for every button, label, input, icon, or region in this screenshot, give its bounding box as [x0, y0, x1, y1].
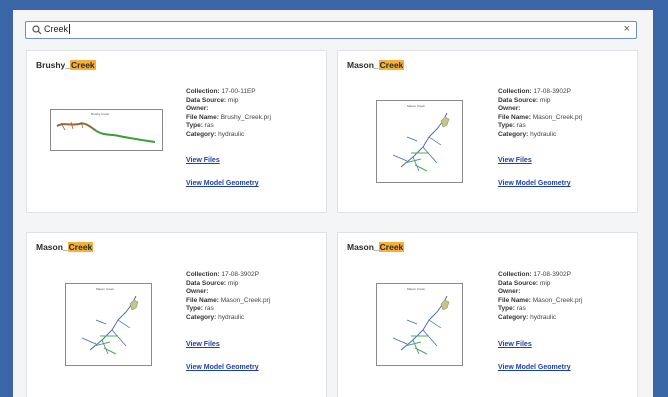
result-card: Brushy_Creek Brushy Creek Collection: 17…: [26, 50, 327, 213]
thumbnail-title: Mason Creek: [96, 287, 114, 291]
mason-creek-map: Mason Creek: [392, 104, 450, 172]
model-thumbnail[interactable]: Mason Creek: [376, 283, 463, 366]
search-icon: [32, 25, 42, 35]
match-highlight: Creek: [67, 242, 94, 252]
result-card: Mason_Creek Mason Creek Collection: 17-0…: [337, 232, 638, 397]
model-thumbnail[interactable]: Mason Creek: [376, 100, 463, 183]
view-files-link[interactable]: View Files: [186, 341, 220, 348]
brushy-creek-map: Brushy Creek: [56, 112, 156, 143]
result-title[interactable]: Mason_Creek: [36, 242, 94, 252]
view-files-link[interactable]: View Files: [498, 341, 532, 348]
match-highlight: Creek: [70, 60, 96, 70]
metadata-block: Collection: 17-08-3902P Data Source: mip…: [498, 88, 583, 138]
thumbnail-title: Mason Creek: [407, 287, 425, 291]
result-title[interactable]: Mason_Creek: [347, 60, 405, 70]
view-files-link[interactable]: View Files: [498, 157, 532, 164]
metadata-block: Collection: 17-08-3902P Data Source: mip…: [498, 271, 583, 321]
result-title[interactable]: Mason_Creek: [347, 242, 405, 252]
metadata-block: Collection: 17-00-11EP Data Source: mip …: [186, 88, 271, 138]
view-model-geometry-link[interactable]: View Model Geometry: [186, 364, 259, 371]
model-thumbnail[interactable]: Brushy Creek: [50, 109, 163, 151]
model-thumbnail[interactable]: Mason Creek: [65, 283, 152, 366]
mason-creek-map: Mason Creek: [392, 287, 450, 355]
view-model-geometry-link[interactable]: View Model Geometry: [498, 364, 571, 371]
match-highlight: Creek: [378, 242, 405, 252]
thumbnail-title: Mason Creek: [407, 104, 425, 108]
result-card: Mason_Creek Mason Creek Collection: 17-0…: [337, 50, 638, 213]
view-model-geometry-link[interactable]: View Model Geometry: [498, 180, 571, 187]
search-input[interactable]: Creek ×: [25, 21, 637, 39]
results-panel: Creek × Brushy_Creek Brushy Creek Collec…: [13, 10, 653, 397]
metadata-block: Collection: 17-08-3902P Data Source: mip…: [186, 271, 271, 321]
thumbnail-title: Brushy Creek: [91, 112, 110, 116]
mason-creek-map: Mason Creek: [81, 287, 139, 355]
view-files-link[interactable]: View Files: [186, 157, 220, 164]
view-model-geometry-link[interactable]: View Model Geometry: [186, 180, 259, 187]
match-highlight: Creek: [378, 60, 405, 70]
clear-search-icon[interactable]: ×: [624, 23, 630, 35]
result-title[interactable]: Brushy_Creek: [36, 60, 96, 70]
search-value: Creek: [44, 24, 69, 34]
result-card: Mason_Creek Mason Creek Collection: 17-0…: [26, 232, 327, 397]
